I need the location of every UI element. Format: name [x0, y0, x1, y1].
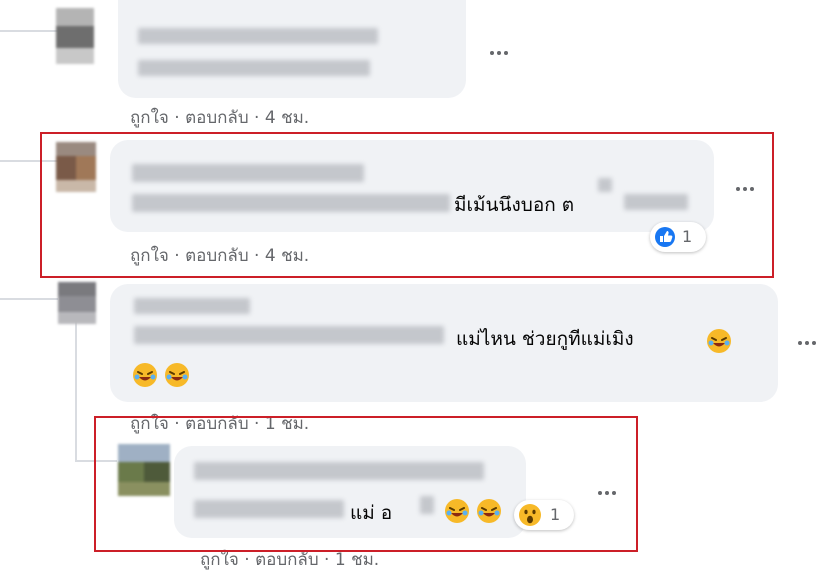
thread-line: [0, 298, 58, 300]
timestamp[interactable]: 4 ชม.: [265, 108, 309, 128]
like-link[interactable]: ถูกใจ: [130, 108, 169, 128]
separator: ·: [174, 108, 180, 128]
reply-link[interactable]: ตอบกลับ: [185, 108, 249, 128]
timestamp[interactable]: 1 ชม.: [335, 550, 379, 570]
thread-line: [75, 320, 77, 462]
reply-link[interactable]: ตอบกลับ: [255, 550, 319, 570]
laughing-emoji: [707, 329, 731, 353]
comment-author-name: [138, 28, 378, 44]
comment-text: แม่ไหน ช่วยกูทีแม่เมิง: [456, 328, 634, 350]
separator: ·: [324, 550, 330, 570]
like-link[interactable]: ถูกใจ: [200, 550, 239, 570]
comment-bubble: แม่ไหน ช่วยกูทีแม่เมิง: [110, 284, 778, 402]
avatar[interactable]: [56, 8, 94, 64]
comment-actions: ถูกใจ · ตอบกลับ · 4 ชม.: [130, 104, 309, 131]
separator: ·: [254, 108, 260, 128]
more-options-icon[interactable]: [488, 42, 518, 64]
laughing-emoji: [165, 363, 189, 387]
laughing-emoji: [133, 363, 157, 387]
more-options-icon[interactable]: [796, 332, 820, 354]
comment-author-name: [134, 298, 250, 314]
highlight-box: [40, 132, 774, 278]
comment-bubble: [118, 0, 466, 98]
comment-text: [138, 60, 370, 76]
comment-text-hidden: [134, 326, 444, 344]
thread-line: [0, 30, 60, 32]
avatar[interactable]: [58, 282, 96, 324]
highlight-box: [94, 416, 638, 552]
separator: ·: [244, 550, 250, 570]
